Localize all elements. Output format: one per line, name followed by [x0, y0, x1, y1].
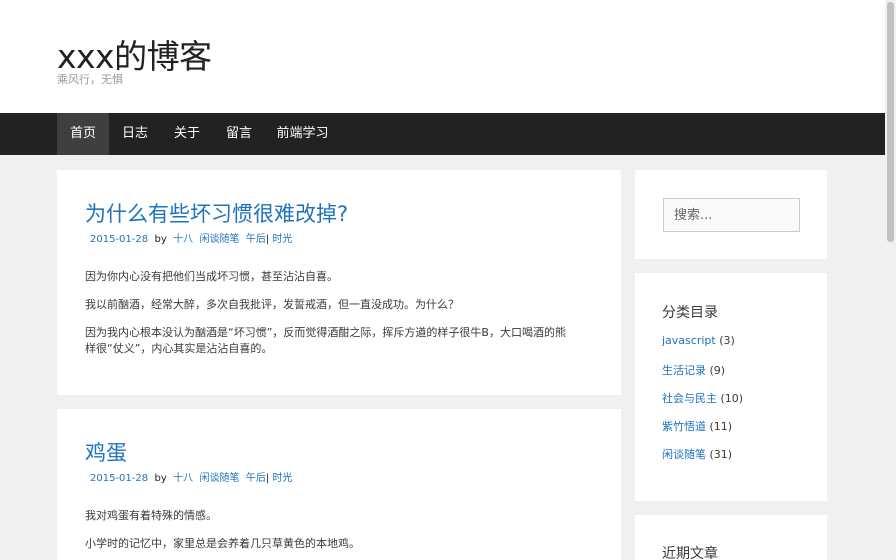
- post-paragraph: 我对鸡蛋有着特殊的情感。: [85, 509, 217, 522]
- category-link[interactable]: javascript: [662, 334, 716, 347]
- category-link[interactable]: 生活记录: [662, 364, 706, 377]
- post-category[interactable]: 闲谈随笔: [199, 473, 239, 484]
- post-paragraph: 我以前酗酒，经常大醉，多次自我批评，发誓戒酒，但一直没成功。为什么？: [85, 298, 459, 311]
- category-count: (10): [720, 392, 744, 405]
- categories-widget: 分类目录 javascript (3) 生活记录 (9) 社会与民主 (10) …: [635, 273, 827, 501]
- category-item: 闲谈随笔 (31): [662, 446, 732, 462]
- category-count: (31): [709, 448, 733, 461]
- tag-separator: |: [265, 234, 270, 245]
- post-meta: 2015-01-28 by 十八 闲谈随笔 午后| 时光: [90, 230, 292, 245]
- post-by: by: [154, 234, 167, 245]
- post-tag[interactable]: 午后: [246, 234, 266, 245]
- search-input[interactable]: [663, 198, 800, 232]
- scrollbar-thumb[interactable]: [887, 2, 894, 242]
- post-paragraph: 小学时的记忆中，家里总是会养着几只草黄色的本地鸡。: [85, 537, 360, 550]
- post-author[interactable]: 十八: [173, 234, 193, 245]
- category-link[interactable]: 紫竹悟道: [662, 420, 706, 433]
- post-paragraph: 因为你内心没有把他们当成坏习惯，甚至沾沾自喜。: [85, 270, 338, 283]
- post-title[interactable]: 鸡蛋: [85, 437, 127, 467]
- tag-separator: |: [265, 473, 270, 484]
- search-widget: [635, 170, 827, 259]
- post-meta: 2015-01-28 by 十八 闲谈随笔 午后| 时光: [90, 469, 292, 484]
- category-item: 紫竹悟道 (11): [662, 418, 732, 434]
- nav-item-frontend[interactable]: 前端学习: [265, 113, 340, 155]
- category-link[interactable]: 社会与民主: [662, 392, 717, 405]
- post-tag[interactable]: 时光: [272, 234, 292, 245]
- post-date[interactable]: 2015-01-28: [90, 473, 148, 484]
- post-category[interactable]: 闲谈随笔: [199, 234, 239, 245]
- nav-item-home[interactable]: 首页: [57, 113, 109, 155]
- widget-title: 近期文章: [662, 546, 718, 560]
- post-tag[interactable]: 午后: [246, 473, 266, 484]
- category-count: (11): [709, 420, 733, 433]
- nav-item-about[interactable]: 关于: [161, 113, 213, 155]
- nav-item-message[interactable]: 留言: [213, 113, 265, 155]
- page-scrollbar[interactable]: [885, 0, 896, 560]
- post-tag[interactable]: 时光: [272, 473, 292, 484]
- category-item: 社会与民主 (10): [662, 390, 743, 406]
- widget-title: 分类目录: [662, 305, 718, 321]
- post-article: 为什么有些坏习惯很难改掉? 2015-01-28 by 十八 闲谈随笔 午后| …: [57, 170, 621, 395]
- category-count: (3): [719, 334, 735, 347]
- recent-posts-widget: 近期文章: [635, 515, 827, 560]
- post-article: 鸡蛋 2015-01-28 by 十八 闲谈随笔 午后| 时光 我对鸡蛋有着特殊…: [57, 409, 621, 560]
- category-count: (9): [709, 364, 726, 377]
- post-date[interactable]: 2015-01-28: [90, 234, 148, 245]
- post-author[interactable]: 十八: [173, 473, 193, 484]
- post-by: by: [154, 473, 167, 484]
- category-item: javascript (3): [662, 334, 735, 347]
- category-link[interactable]: 闲谈随笔: [662, 448, 706, 461]
- site-header: xxx的博客 乘风行，无惧: [0, 0, 885, 113]
- post-paragraph: 因为我内心根本没认为酗酒是“坏习惯”，反而觉得酒酣之际，挥斥方遒的样子很牛B，大…: [85, 326, 566, 355]
- main-navigation: 首页 日志 关于 留言 前端学习: [0, 113, 885, 155]
- category-item: 生活记录 (9): [662, 362, 725, 378]
- site-description: 乘风行，无惧: [57, 73, 123, 86]
- nav-item-log[interactable]: 日志: [109, 113, 161, 155]
- post-title[interactable]: 为什么有些坏习惯很难改掉?: [85, 198, 348, 228]
